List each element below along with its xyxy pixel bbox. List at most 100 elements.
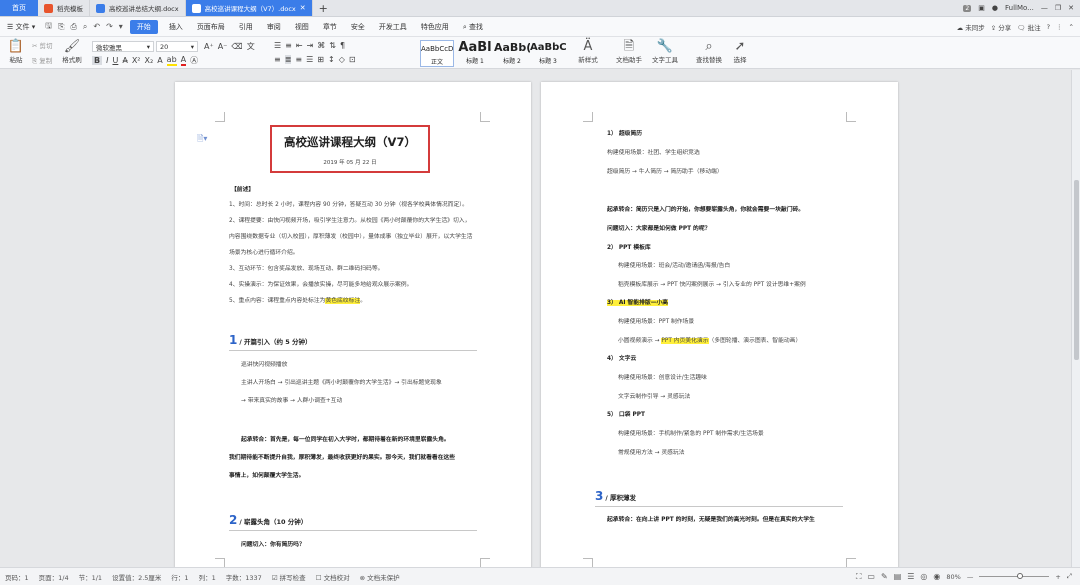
minimize-icon[interactable]: —: [1041, 4, 1048, 12]
export-pdf-icon[interactable]: ⎘: [55, 22, 67, 32]
user-avatar[interactable]: ●: [992, 4, 998, 12]
char-border-button[interactable]: Ⓐ: [190, 55, 198, 66]
style-heading2[interactable]: AaBb(标题 2: [494, 40, 530, 65]
sync-status[interactable]: ☁ 未同步: [957, 22, 985, 32]
menu-search[interactable]: ⌕ 查找: [456, 22, 490, 32]
show-marks-icon[interactable]: ¶: [340, 41, 345, 50]
restore-icon[interactable]: ❐: [1055, 4, 1061, 12]
menu-chapter[interactable]: 章节: [316, 22, 344, 32]
style-heading3[interactable]: AaBbC 标题 3: [530, 40, 566, 65]
status-section[interactable]: 节：1/1: [74, 572, 107, 582]
spell-check-button[interactable]: ☑ 拼写检查: [267, 572, 311, 582]
fullscreen-icon[interactable]: ⛶: [856, 572, 862, 582]
bold-button[interactable]: B: [92, 56, 103, 65]
menu-features[interactable]: 特色应用: [414, 22, 456, 32]
outline-view-icon[interactable]: ☰: [907, 572, 914, 581]
scrollbar-thumb[interactable]: [1074, 180, 1079, 360]
save-icon[interactable]: 🖫: [42, 20, 55, 34]
proof-button[interactable]: ☐ 文档校对: [311, 572, 355, 582]
menu-review[interactable]: 审阅: [260, 22, 288, 32]
tab-doc-summary[interactable]: 高校巡讲总结大纲.docx: [90, 0, 186, 16]
menu-developer[interactable]: 开发工具: [372, 22, 414, 32]
superscript-button[interactable]: X²: [132, 56, 141, 65]
style-normal[interactable]: AaBbCcDd 正文: [420, 40, 454, 67]
reading-mode-icon[interactable]: ▭: [867, 572, 875, 581]
print-icon[interactable]: ⎙: [68, 22, 80, 32]
select-button[interactable]: ➚ 选择: [728, 40, 752, 65]
menu-view[interactable]: 视图: [288, 22, 316, 32]
document-page-1[interactable]: 🗎▾ 高校巡讲课程大纲（V7） 2019 年 05 月 22 日 【前述】 1、…: [175, 82, 531, 567]
format-painter-button[interactable]: 🖌 格式刷: [62, 40, 82, 65]
text-tools-button[interactable]: 🔧 文字工具: [648, 40, 682, 65]
text-effect-button[interactable]: A: [157, 56, 162, 65]
align-center-icon[interactable]: ≣: [284, 55, 292, 64]
file-menu[interactable]: ☰ 文件 ▾: [0, 22, 42, 32]
doc-helper-button[interactable]: 🗎 文档助手: [614, 40, 644, 65]
vertical-scrollbar[interactable]: [1071, 70, 1080, 567]
document-canvas[interactable]: 🗎▾ 高校巡讲课程大纲（V7） 2019 年 05 月 22 日 【前述】 1、…: [0, 70, 1080, 567]
underline-button[interactable]: U: [112, 56, 118, 65]
zoom-out-icon[interactable]: —: [967, 573, 974, 581]
subscript-button[interactable]: X₂: [145, 56, 154, 65]
collapse-icon[interactable]: ⌃: [1069, 23, 1074, 31]
share-button[interactable]: ⇪ 分享: [991, 22, 1012, 32]
close-icon[interactable]: ✕: [300, 4, 306, 12]
align-right-icon[interactable]: ≡: [295, 55, 302, 64]
cut-button[interactable]: ✂ 剪切: [32, 40, 53, 50]
zoom-slider[interactable]: [979, 573, 1050, 579]
find-replace-button[interactable]: ⌕ 查找替换: [692, 40, 726, 65]
tab-docer[interactable]: 稻壳模板: [38, 0, 90, 16]
pen-icon[interactable]: ✎: [881, 572, 888, 581]
undo-icon[interactable]: ↶: [90, 22, 103, 31]
menu-security[interactable]: 安全: [344, 22, 372, 32]
distributed-icon[interactable]: ⊞: [317, 55, 324, 64]
paste-button[interactable]: 📋 粘贴: [6, 40, 26, 65]
comment-button[interactable]: 🗨 批注: [1017, 22, 1040, 32]
font-family-select[interactable]: 微软雅黑 ▾: [92, 41, 154, 52]
menu-insert[interactable]: 插入: [162, 22, 190, 32]
close-window-icon[interactable]: ✕: [1068, 4, 1074, 12]
shrink-font-icon[interactable]: A⁻: [218, 42, 228, 51]
menu-layout[interactable]: 页面布局: [190, 22, 232, 32]
shading-icon[interactable]: ◇: [339, 55, 345, 64]
status-setting[interactable]: 设置值：2.5厘米: [107, 572, 166, 582]
tab-home[interactable]: 首页: [0, 0, 38, 16]
preview-icon[interactable]: ⌕: [80, 22, 90, 32]
status-line[interactable]: 行：1: [166, 572, 193, 582]
zoom-level[interactable]: 80%: [946, 573, 960, 581]
indent-icon[interactable]: ⇥: [307, 41, 314, 50]
align-left-icon[interactable]: ≡: [274, 55, 281, 64]
line-spacing-icon[interactable]: ↕: [328, 55, 335, 64]
status-col[interactable]: 列：1: [194, 572, 221, 582]
status-pages[interactable]: 页面：1/4: [34, 572, 74, 582]
menu-start[interactable]: 开始: [129, 19, 158, 34]
highlight-button[interactable]: ab: [166, 55, 177, 66]
fit-icon[interactable]: ⤢: [1067, 572, 1072, 581]
font-color-button[interactable]: A: [180, 55, 187, 66]
chinese-layout-icon[interactable]: ⌘: [317, 41, 325, 50]
document-page-2[interactable]: 1） 超级简历 构建使用场景：社团、学生组织竞选 超级简历 → 牛人简历 → 简…: [541, 82, 898, 567]
panel-icon[interactable]: ▣: [978, 4, 985, 12]
strikethrough-button[interactable]: A̶: [122, 56, 127, 65]
grow-font-icon[interactable]: A⁺: [204, 42, 214, 51]
font-size-select[interactable]: 20 ▾: [156, 41, 198, 52]
italic-button[interactable]: I: [106, 56, 108, 65]
new-style-button[interactable]: Ä 新样式: [574, 40, 602, 65]
style-heading1[interactable]: AaBl 标题 1: [456, 40, 494, 65]
web-view-icon[interactable]: ◎: [920, 572, 927, 581]
number-list-icon[interactable]: ≡: [285, 41, 292, 50]
document-icon[interactable]: 🗎▾: [197, 133, 207, 147]
help-icon[interactable]: ?: [1047, 23, 1050, 31]
customize-icon[interactable]: ▾: [116, 22, 126, 31]
zoom-slider-knob[interactable]: [1017, 573, 1024, 579]
clear-format-icon[interactable]: ⌫: [231, 42, 242, 51]
sort-icon[interactable]: ⇅: [329, 41, 336, 50]
eye-protect-icon[interactable]: ◉: [933, 572, 940, 581]
outdent-icon[interactable]: ⇤: [296, 41, 303, 50]
protect-button[interactable]: ⊗ 文档未保护: [355, 572, 405, 582]
zoom-in-icon[interactable]: +: [1055, 573, 1060, 581]
window-count-badge[interactable]: 2: [963, 4, 972, 12]
tab-doc-outline[interactable]: 高校巡讲课程大纲（V7）.docx ✕: [185, 0, 313, 16]
menu-references[interactable]: 引用: [232, 22, 260, 32]
redo-icon[interactable]: ↷: [103, 22, 116, 31]
